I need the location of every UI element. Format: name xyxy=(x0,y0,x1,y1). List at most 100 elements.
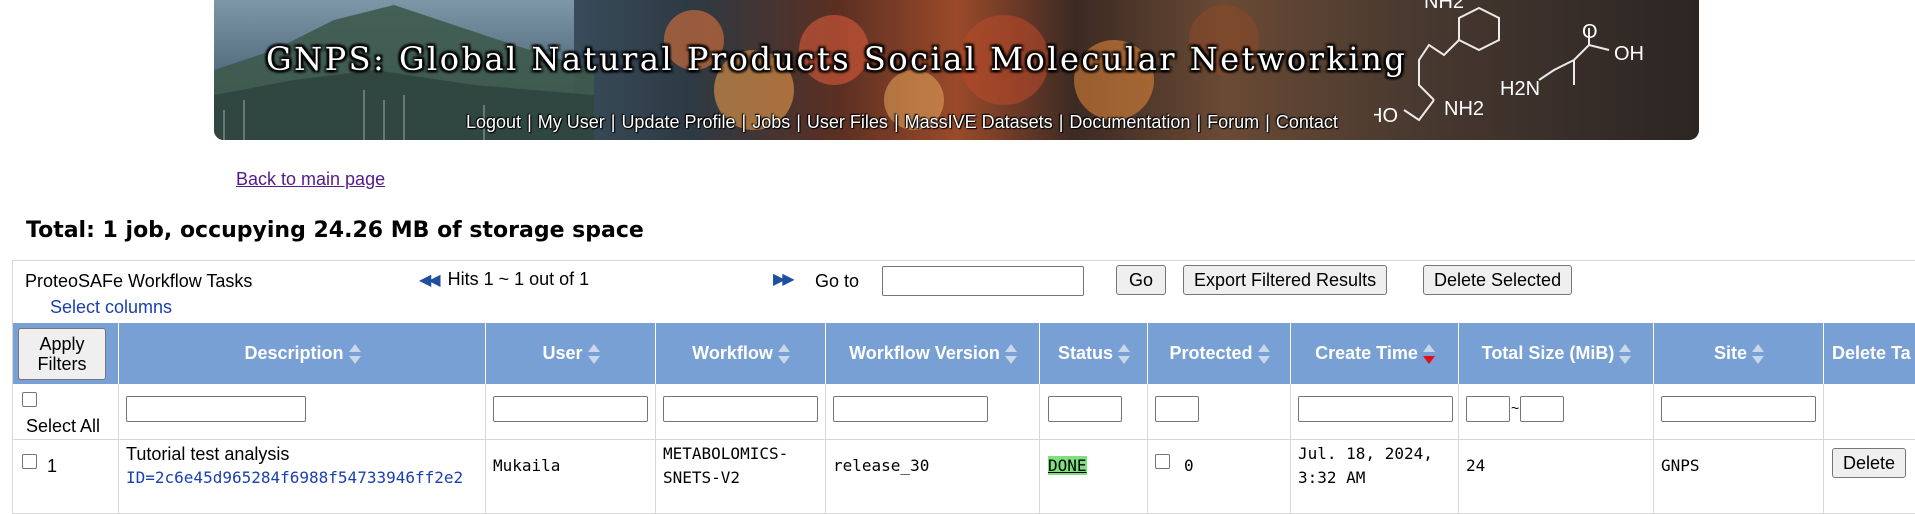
apply-filters-cell: Apply Filters xyxy=(13,323,119,384)
column-header-create-time[interactable]: Create Time xyxy=(1291,323,1459,384)
filter-cell-workflow xyxy=(656,384,826,440)
column-label: Status xyxy=(1057,343,1113,363)
workflow-tasks-panel: ProteoSAFe Workflow Tasks Select columns… xyxy=(12,260,1915,514)
sort-icon[interactable] xyxy=(1618,343,1632,365)
nav-my-user[interactable]: My User xyxy=(538,112,605,132)
column-label: Total Size (MiB) xyxy=(1481,343,1615,363)
nav-update-profile[interactable]: Update Profile xyxy=(621,112,735,132)
row-task-id-link[interactable]: ID=2c6e45d965284f6988f54733946ff2e2 xyxy=(126,468,463,487)
top-nav: Logout | My User | Update Profile | Jobs | User … xyxy=(466,112,1338,132)
row-site-cell: GNPS xyxy=(1654,440,1824,514)
sort-icon[interactable] xyxy=(1117,343,1130,365)
column-header-workflow-version[interactable]: Workflow Version xyxy=(826,323,1040,384)
nav-jobs[interactable]: Jobs xyxy=(752,112,790,132)
storage-total: Total: 1 job, occupying 24.26 MB of stor… xyxy=(26,218,644,243)
delete-selected-button[interactable]: Delete Selected xyxy=(1423,265,1573,295)
column-header-site[interactable]: Site xyxy=(1654,323,1824,384)
row-status-done-link[interactable]: DONE xyxy=(1048,456,1087,475)
last-page-icon[interactable]: ▶▶ xyxy=(773,269,795,289)
row-status-cell: DONE xyxy=(1040,440,1148,514)
chem-label-ho: HO xyxy=(1374,105,1398,127)
row-site: GNPS xyxy=(1661,456,1700,475)
column-label: Workflow Version xyxy=(849,343,1000,363)
column-header-status[interactable]: Status xyxy=(1040,323,1148,384)
row-size: 24 xyxy=(1466,456,1486,475)
filter-protected-input[interactable] xyxy=(1155,396,1199,422)
chem-label-nh2-top: NH2 xyxy=(1424,0,1464,13)
chem-label-o: O xyxy=(1582,21,1598,43)
apply-filters-button[interactable]: Apply Filters xyxy=(18,328,106,380)
sort-icon[interactable] xyxy=(348,343,361,365)
sort-icon[interactable] xyxy=(1257,343,1270,365)
select-all-checkbox[interactable] xyxy=(22,392,37,407)
back-to-main-link[interactable]: Back to main page xyxy=(236,169,385,190)
export-filtered-results-button[interactable]: Export Filtered Results xyxy=(1183,265,1388,295)
chem-label-h2n: H2N xyxy=(1500,78,1540,100)
column-label: Description xyxy=(244,343,344,363)
row-create-time: 3:32 AM xyxy=(1298,468,1366,487)
column-header-protected[interactable]: Protected xyxy=(1148,323,1291,384)
first-page-icon[interactable]: ◀◀ xyxy=(419,272,441,289)
filter-row: Select All ~ xyxy=(13,384,1915,440)
hits-label: Hits 1 ~ 1 out of 1 xyxy=(447,269,590,289)
goto-page-input[interactable] xyxy=(882,266,1084,296)
column-header-delete: Delete Ta xyxy=(1824,323,1915,384)
row-delete-button[interactable]: Delete xyxy=(1832,448,1907,478)
column-header-workflow[interactable]: Workflow xyxy=(656,323,826,384)
filter-workflow-input[interactable] xyxy=(663,396,818,422)
filter-cell-status xyxy=(1040,384,1148,440)
row-checkbox[interactable] xyxy=(22,454,37,469)
row-size-cell: 24 xyxy=(1459,440,1654,514)
sort-desc-icon[interactable] xyxy=(1422,343,1435,365)
nav-documentation[interactable]: Documentation xyxy=(1069,112,1190,132)
filter-cell-description xyxy=(119,384,486,440)
filter-version-input[interactable] xyxy=(833,396,988,422)
column-label: Site xyxy=(1713,343,1747,363)
chem-label-oh: OH xyxy=(1614,43,1644,65)
go-button[interactable]: Go xyxy=(1116,265,1166,295)
row-protected-cell: 0 xyxy=(1148,440,1291,514)
sort-icon[interactable] xyxy=(587,343,600,365)
column-header-total-size[interactable]: Total Size (MiB) xyxy=(1459,323,1654,384)
row-workflow-cell: METABOLOMICS- SNETS-V2 xyxy=(656,440,826,514)
nav-massive-datasets[interactable]: MassIVE Datasets xyxy=(905,112,1053,132)
pager: ◀◀ Hits 1 ~ 1 out of 1 xyxy=(419,269,589,290)
row-description-cell: Tutorial test analysis ID=2c6e45d965284f… xyxy=(119,440,486,514)
chemical-structure-image: NH2 O OH H2N NH2 HO xyxy=(1374,0,1644,127)
column-header-user[interactable]: User xyxy=(486,323,656,384)
filter-size-max-input[interactable] xyxy=(1520,396,1564,422)
chem-label-nh2: NH2 xyxy=(1444,98,1484,120)
panel-title: ProteoSAFe Workflow Tasks xyxy=(25,271,253,291)
row-protected-checkbox[interactable] xyxy=(1155,454,1170,469)
filter-site-input[interactable] xyxy=(1661,396,1816,422)
column-label: User xyxy=(542,343,583,363)
filter-user-input[interactable] xyxy=(493,396,648,422)
row-protected-count: 0 xyxy=(1184,456,1194,475)
filter-create-time-input[interactable] xyxy=(1298,396,1453,422)
row-create-time-cell: Jul. 18, 2024, 3:32 AM xyxy=(1291,440,1459,514)
filter-cell-delete xyxy=(1824,384,1915,440)
table-header-row: Apply Filters Description User Workflow … xyxy=(13,323,1915,384)
row-version: release_30 xyxy=(833,456,930,475)
size-range-separator: ~ xyxy=(1511,400,1520,416)
nav-user-files[interactable]: User Files xyxy=(807,112,888,132)
select-all-cell: Select All xyxy=(13,384,119,440)
filter-size-min-input[interactable] xyxy=(1466,396,1510,422)
column-label: Protected xyxy=(1169,343,1253,363)
filter-cell-protected xyxy=(1148,384,1291,440)
filter-status-input[interactable] xyxy=(1048,396,1122,422)
row-workflow-line1: METABOLOMICS- xyxy=(663,444,789,463)
filter-cell-site xyxy=(1654,384,1824,440)
sort-icon[interactable] xyxy=(1751,343,1764,365)
row-index: 1 xyxy=(47,456,58,476)
nav-forum[interactable]: Forum xyxy=(1207,112,1259,132)
nav-logout[interactable]: Logout xyxy=(466,112,521,132)
sort-icon[interactable] xyxy=(777,343,790,365)
column-label: Create Time xyxy=(1315,343,1418,363)
column-header-description[interactable]: Description xyxy=(119,323,486,384)
nav-contact[interactable]: Contact xyxy=(1276,112,1338,132)
filter-description-input[interactable] xyxy=(126,396,306,422)
select-columns-link[interactable]: Select columns xyxy=(50,297,172,318)
row-create-date: Jul. 18, 2024, xyxy=(1298,444,1433,463)
sort-icon[interactable] xyxy=(1004,343,1017,365)
